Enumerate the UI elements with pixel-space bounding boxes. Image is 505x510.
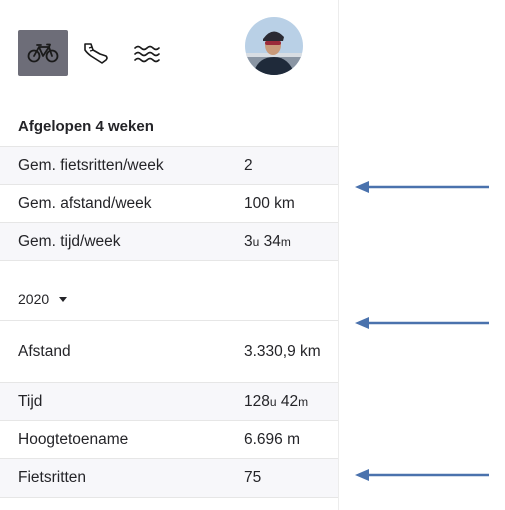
stats-panel: Afgelopen 4 weken Gem. fietsritten/week … <box>0 0 339 510</box>
sport-tab-run[interactable] <box>70 30 120 76</box>
stat-label: Afstand <box>18 343 71 360</box>
minutes-unit: m <box>298 395 309 409</box>
stat-value: 128u 42m <box>244 390 332 414</box>
year-dropdown-value: 2020 <box>18 291 50 307</box>
section-title-recent: Afgelopen 4 weken <box>18 118 154 135</box>
stat-row-distance: Afstand 3.330,9 km <box>0 320 338 383</box>
hours-unit: u <box>269 395 277 409</box>
stat-label: Gem. tijd/week <box>18 233 121 250</box>
bike-icon <box>27 43 59 63</box>
stat-value: 100 km <box>244 195 295 212</box>
year-dropdown[interactable]: 2020 <box>18 291 68 307</box>
stat-label: Gem. fietsritten/week <box>18 157 164 174</box>
annotation-arrow-left <box>355 469 489 481</box>
stat-row-avg-rides: Gem. fietsritten/week 2 <box>0 146 338 185</box>
caret-down-icon <box>59 296 68 302</box>
minutes-unit: m <box>280 235 291 249</box>
stat-row-time: Tijd 128u 42m <box>0 382 338 421</box>
stat-row-elevation: Hoogtetoename 6.696 m <box>0 420 338 459</box>
stat-value: 3.330,9 km <box>244 343 321 360</box>
stat-label: Tijd <box>18 393 43 410</box>
stat-row-avg-distance: Gem. afstand/week 100 km <box>0 184 338 223</box>
annotation-arrow-left <box>355 181 489 193</box>
minutes-value: 34 <box>263 233 281 250</box>
stat-label: Fietsritten <box>18 469 87 486</box>
hours-unit: u <box>252 235 260 249</box>
sport-tab-bike[interactable] <box>18 30 68 76</box>
stat-row-avg-time: Gem. tijd/week 3u 34m <box>0 222 338 261</box>
stat-label: Hoogtetoename <box>18 431 129 448</box>
stat-label: Gem. afstand/week <box>18 195 152 212</box>
hours-value: 3 <box>244 233 253 250</box>
minutes-value: 42 <box>280 393 299 410</box>
shoe-icon <box>84 43 108 64</box>
sport-tab-swim[interactable] <box>122 30 172 76</box>
stat-value: 3u 34m <box>244 230 332 254</box>
stat-value: 6.696 m <box>244 431 301 448</box>
hours-value: 128 <box>244 393 270 410</box>
avatar[interactable] <box>245 17 303 75</box>
divider <box>0 260 338 261</box>
waves-icon <box>134 45 160 63</box>
stat-value: 2 <box>244 157 253 174</box>
stat-row-rides: Fietsritten 75 <box>0 458 338 498</box>
profile-photo <box>245 17 303 75</box>
annotation-arrow-left <box>355 317 489 329</box>
stat-value: 75 <box>244 469 262 486</box>
